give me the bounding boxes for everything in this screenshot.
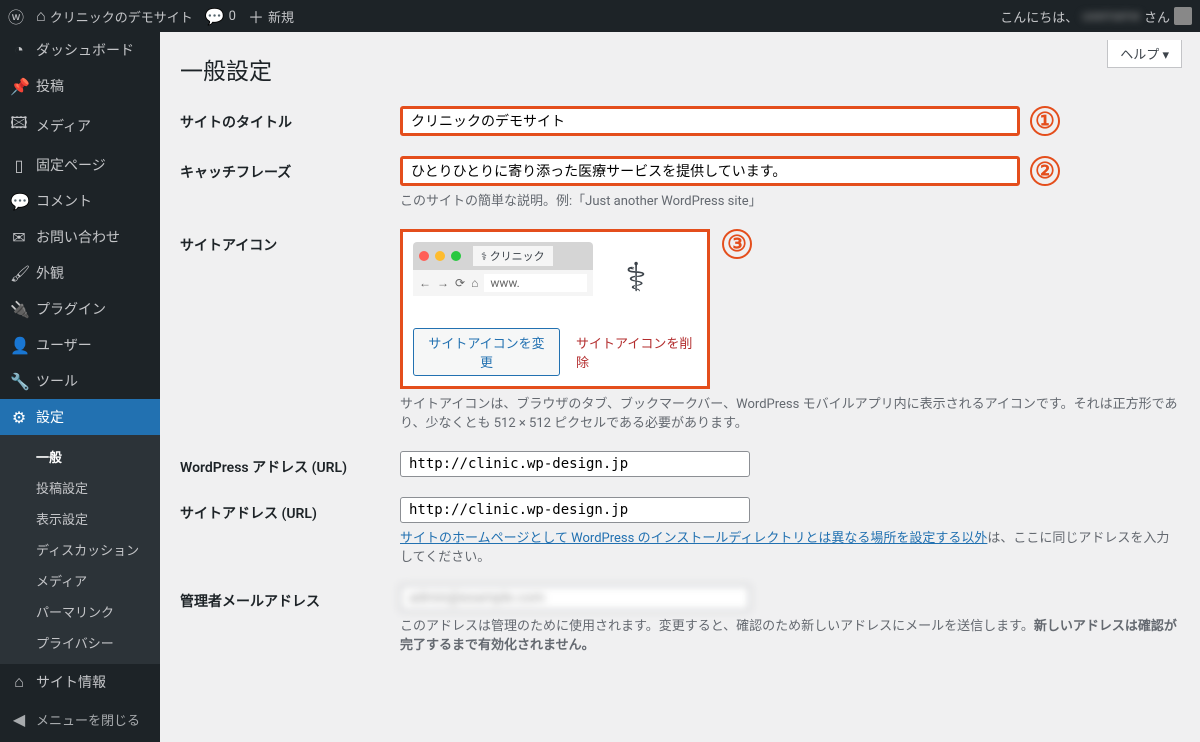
- input-site-title[interactable]: [400, 106, 1020, 136]
- desc-admin-email: このアドレスは管理のために使用されます。変更すると、確認のため新しいアドレスにメ…: [400, 615, 1180, 653]
- san-text: さん: [1144, 7, 1170, 26]
- greeting-text: こんにちは、: [1000, 7, 1078, 26]
- label-tagline: キャッチフレーズ: [180, 156, 400, 182]
- menu-pages[interactable]: ▯固定ページ: [0, 147, 160, 183]
- remove-icon-link[interactable]: サイトアイコンを削除: [576, 333, 697, 371]
- comment-icon: 💬: [205, 7, 225, 26]
- desc-site-icon: サイトアイコンは、ブラウザのタブ、ブックマークバー、WordPress モバイル…: [400, 393, 1180, 431]
- brush-icon: 🖌: [10, 264, 28, 283]
- input-tagline[interactable]: [400, 156, 1020, 186]
- submenu-privacy[interactable]: プライバシー: [0, 627, 160, 658]
- input-site-url[interactable]: [400, 497, 750, 523]
- home-icon: ⌂: [10, 672, 28, 692]
- user-greeting[interactable]: こんにちは、 username さん: [1000, 7, 1192, 26]
- comments-count: 0: [229, 9, 236, 24]
- menu-site-info[interactable]: ⌂サイト情報: [0, 664, 160, 700]
- menu-dashboard[interactable]: ◔ダッシュボード: [0, 32, 160, 68]
- site-icon-box: ⚕ クリニック ← → ⟳ ⌂ www. ⚕: [400, 229, 710, 389]
- home-icon: ⌂: [471, 276, 478, 290]
- input-wp-url[interactable]: [400, 451, 750, 477]
- site-name: クリニックのデモサイト: [50, 7, 193, 26]
- collapse-icon: ◀: [10, 710, 28, 729]
- site-url-help-link[interactable]: サイトのホームページとして WordPress のインストールディレクトリとは異…: [400, 531, 987, 546]
- admin-sidebar: ◔ダッシュボード 📌投稿 🖾メディア ▯固定ページ 💬コメント ✉お問い合わせ …: [0, 32, 160, 742]
- help-tab[interactable]: ヘルプ ▾: [1107, 40, 1182, 68]
- desc-site-url: サイトのホームページとして WordPress のインストールディレクトリとは異…: [400, 527, 1180, 565]
- submenu-media[interactable]: メディア: [0, 565, 160, 596]
- pin-icon: 📌: [10, 77, 28, 96]
- media-icon: 🖾: [10, 112, 28, 139]
- submenu-general[interactable]: 一般: [0, 441, 160, 472]
- page-title: 一般設定: [180, 52, 1180, 86]
- submenu-permalinks[interactable]: パーマリンク: [0, 596, 160, 627]
- menu-plugins[interactable]: 🔌プラグイン: [0, 291, 160, 327]
- reload-icon: ⟳: [455, 276, 465, 290]
- wrench-icon: 🔧: [10, 372, 28, 391]
- collapse-menu[interactable]: ◀メニューを閉じる: [0, 700, 160, 739]
- menu-comments[interactable]: 💬コメント: [0, 183, 160, 219]
- label-site-icon: サイトアイコン: [180, 229, 400, 255]
- submenu-reading[interactable]: 表示設定: [0, 503, 160, 534]
- menu-appearance[interactable]: 🖌外観: [0, 255, 160, 291]
- change-icon-button[interactable]: サイトアイコンを変更: [413, 328, 560, 376]
- avatar-icon: [1174, 7, 1192, 25]
- label-wp-url: WordPress アドレス (URL): [180, 451, 400, 477]
- menu-contact[interactable]: ✉お問い合わせ: [0, 219, 160, 255]
- wordpress-icon: ⓦ: [8, 4, 24, 28]
- admin-bar: ⓦ ⌂クリニックのデモサイト 💬0 ＋新規 こんにちは、 username さん: [0, 0, 1200, 32]
- site-link[interactable]: ⌂クリニックのデモサイト: [36, 6, 193, 26]
- dashboard-icon: ◔: [10, 40, 28, 60]
- mac-max-icon: [451, 251, 461, 261]
- browser-mock: ⚕ クリニック ← → ⟳ ⌂ www.: [413, 242, 593, 296]
- comments-link[interactable]: 💬0: [205, 7, 236, 26]
- plus-icon: ＋: [248, 4, 264, 28]
- mac-close-icon: [419, 251, 429, 261]
- comment-icon: 💬: [10, 192, 28, 211]
- marker-1: ①: [1030, 106, 1060, 136]
- mock-tab: ⚕ クリニック: [473, 246, 553, 266]
- mail-icon: ✉: [10, 228, 28, 247]
- menu-posts[interactable]: 📌投稿: [0, 68, 160, 104]
- favicon-preview: ⚕: [601, 242, 671, 312]
- submenu-writing[interactable]: 投稿設定: [0, 472, 160, 503]
- marker-3: ③: [722, 229, 752, 259]
- home-icon: ⌂: [36, 6, 46, 26]
- label-site-title: サイトのタイトル: [180, 106, 400, 132]
- mock-url: www.: [484, 274, 587, 292]
- wp-logo[interactable]: ⓦ: [8, 4, 24, 28]
- menu-tools[interactable]: 🔧ツール: [0, 363, 160, 399]
- settings-submenu: 一般 投稿設定 表示設定 ディスカッション メディア パーマリンク プライバシー: [0, 435, 160, 664]
- forward-icon: →: [437, 276, 449, 290]
- new-link[interactable]: ＋新規: [248, 4, 294, 28]
- menu-media[interactable]: 🖾メディア: [0, 104, 160, 147]
- username-blurred: username: [1082, 9, 1140, 24]
- new-label: 新規: [268, 7, 294, 26]
- back-icon: ←: [419, 276, 431, 290]
- menu-users[interactable]: 👤ユーザー: [0, 327, 160, 363]
- marker-2: ②: [1030, 156, 1060, 186]
- desc-tagline: このサイトの簡単な説明。例:「Just another WordPress si…: [400, 190, 1180, 209]
- submenu-discussion[interactable]: ディスカッション: [0, 534, 160, 565]
- user-icon: 👤: [10, 336, 28, 355]
- input-admin-email[interactable]: [400, 585, 750, 611]
- menu-settings[interactable]: ⚙設定: [0, 399, 160, 435]
- label-site-url: サイトアドレス (URL): [180, 497, 400, 523]
- label-admin-email: 管理者メールアドレス: [180, 585, 400, 611]
- main-content: ヘルプ ▾ 一般設定 サイトのタイトル ① キャッチフレーズ ② このサイトの簡…: [160, 32, 1200, 742]
- page-icon: ▯: [10, 156, 28, 175]
- slider-icon: ⚙: [10, 408, 28, 427]
- mac-min-icon: [435, 251, 445, 261]
- plugin-icon: 🔌: [10, 300, 28, 319]
